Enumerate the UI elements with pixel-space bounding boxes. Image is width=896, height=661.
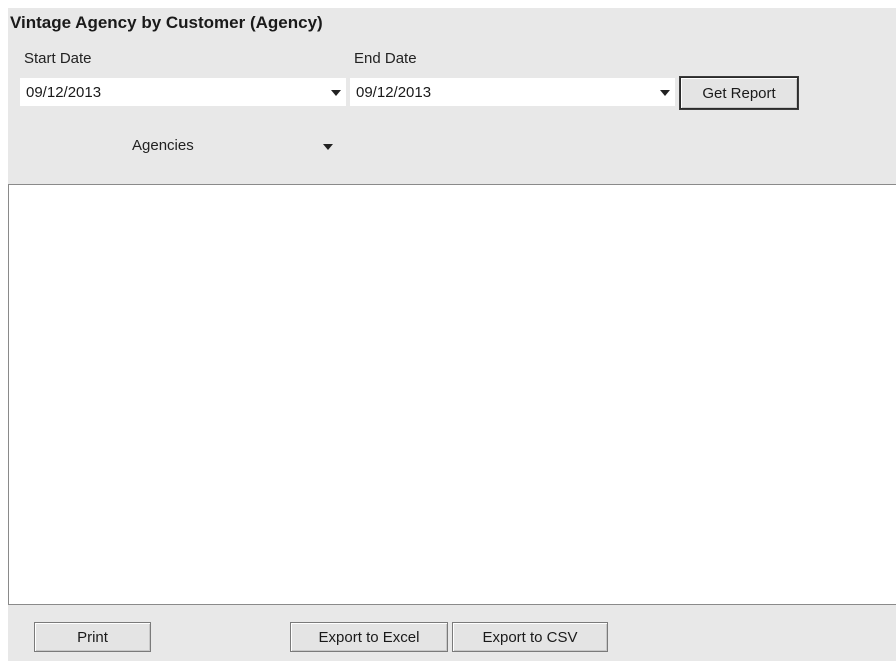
chevron-down-icon[interactable] — [660, 90, 670, 96]
end-date-picker[interactable]: 09/12/2013 — [350, 78, 675, 106]
export-excel-button[interactable]: Export to Excel — [290, 622, 448, 652]
report-viewer[interactable] — [8, 184, 896, 605]
end-date-label: End Date — [354, 50, 417, 67]
start-date-value: 09/12/2013 — [26, 84, 102, 101]
chevron-down-icon[interactable] — [323, 144, 333, 150]
page-title: Vintage Agency by Customer (Agency) — [10, 13, 323, 32]
end-date-value: 09/12/2013 — [356, 84, 432, 101]
agencies-label: Agencies — [132, 137, 194, 154]
start-date-picker[interactable]: 09/12/2013 — [20, 78, 346, 106]
chevron-down-icon[interactable] — [331, 90, 341, 96]
export-csv-button[interactable]: Export to CSV — [452, 622, 608, 652]
get-report-button[interactable]: Get Report — [679, 76, 799, 110]
agencies-dropdown[interactable]: Agencies — [128, 134, 338, 158]
print-button[interactable]: Print — [34, 622, 151, 652]
start-date-label: Start Date — [24, 50, 92, 67]
